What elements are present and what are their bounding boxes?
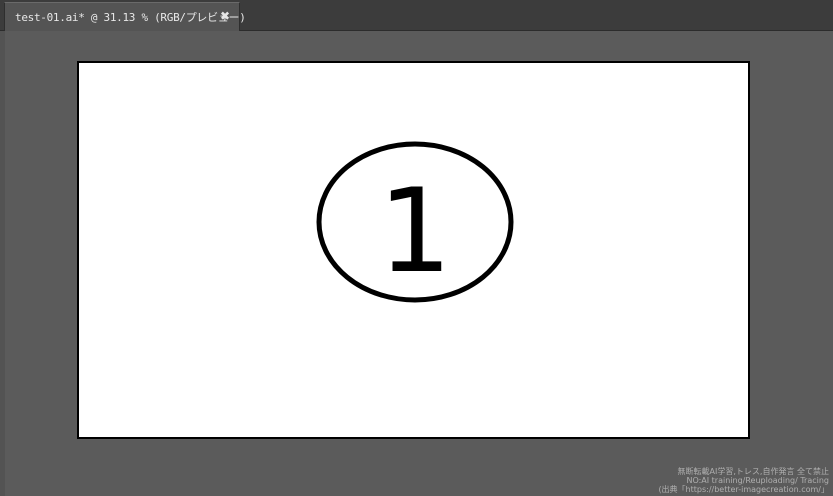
watermark-line-3: (出典「https://better-imagecreation.com/」: [658, 485, 829, 494]
watermark: 無断転載AI学習,トレス,自作発言 全て禁止 NO:AI training/Re…: [639, 467, 829, 494]
close-icon[interactable]: ✖: [218, 9, 232, 23]
circled-number-label: 1: [378, 164, 452, 299]
document-tab-title: test-01.ai* @ 31.13 % (RGB/プレビュー): [15, 11, 246, 24]
watermark-line-1: 無断転載AI学習,トレス,自作発言 全て禁止: [677, 467, 829, 476]
document-tab-bar: test-01.ai* @ 31.13 % (RGB/プレビュー) ✖: [0, 0, 833, 31]
document-tab[interactable]: test-01.ai* @ 31.13 % (RGB/プレビュー) ✖: [4, 2, 246, 31]
artboard-artwork: 1: [316, 141, 514, 303]
illustrator-workspace: test-01.ai* @ 31.13 % (RGB/プレビュー) ✖ 1 無断…: [0, 0, 833, 496]
watermark-line-2: NO:AI training/Reuploading/ Tracing: [686, 476, 829, 485]
artboard[interactable]: 1: [77, 61, 750, 439]
